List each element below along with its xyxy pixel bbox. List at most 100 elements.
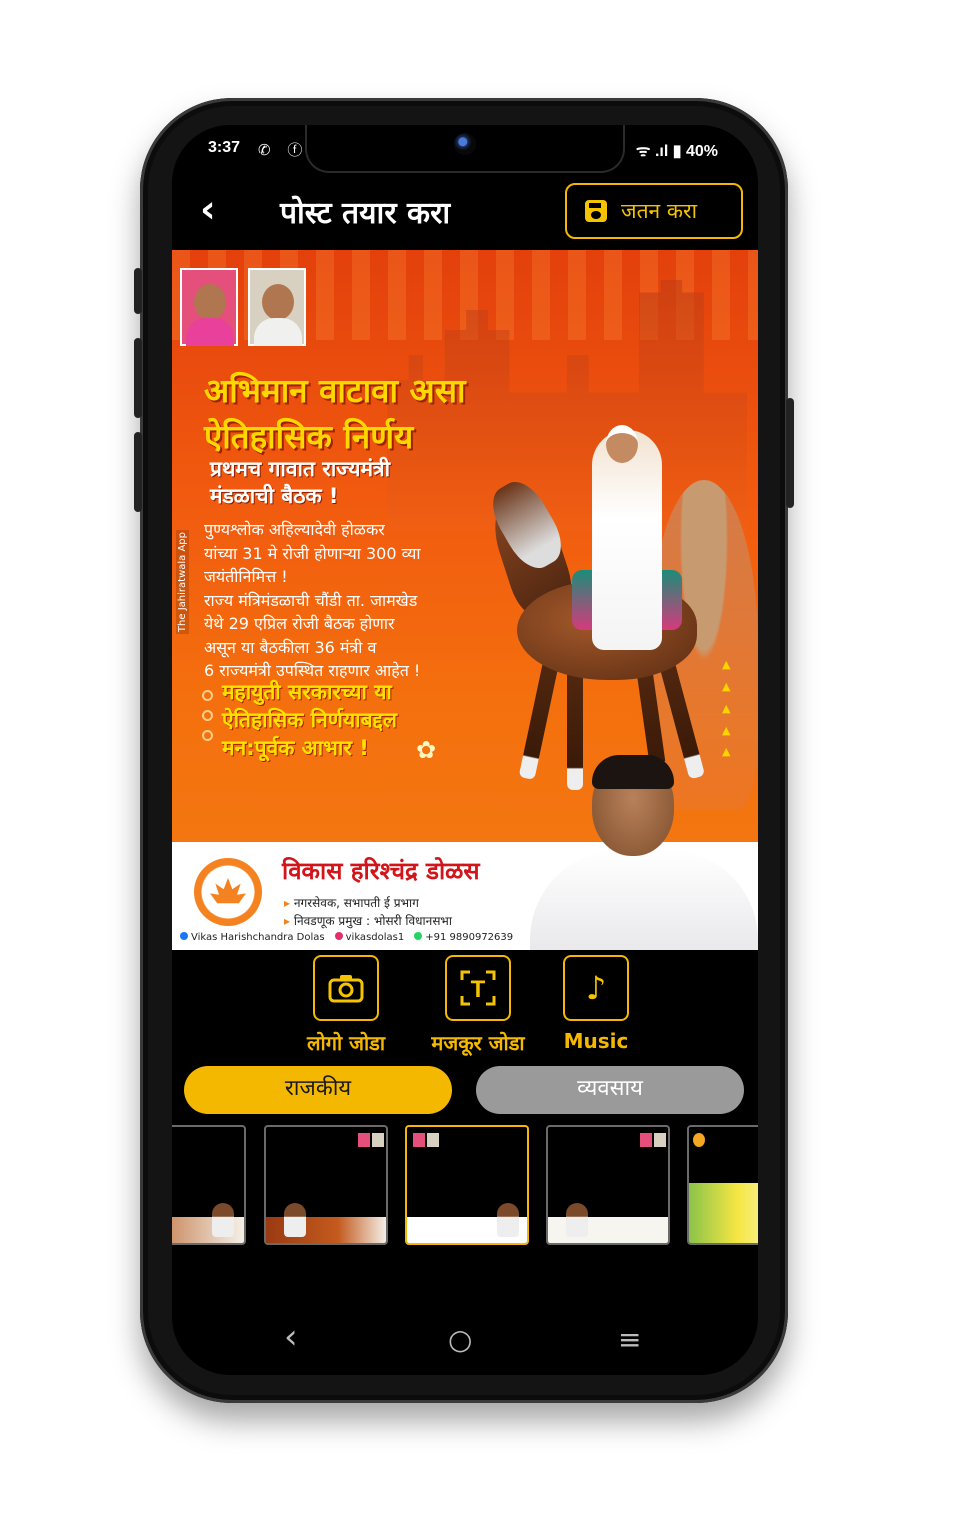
thumb-band bbox=[689, 1183, 758, 1243]
volume-down-button bbox=[134, 432, 142, 512]
body-line: पुण्यश्लोक अहिल्यादेवी होळकर bbox=[204, 520, 385, 539]
body-line: यांच्या 31 मे रोजी होणाऱ्या 300 व्या bbox=[204, 543, 421, 563]
phone-screen: 3:37 ✆ ⓕ ᯤ .ıl ▮ 40% ‹ पोस्ट तयार करा जत… bbox=[172, 125, 758, 1375]
frame-thumbnail[interactable] bbox=[264, 1125, 388, 1245]
volume-up-button bbox=[134, 338, 142, 418]
leader-photo-body bbox=[254, 318, 302, 346]
nav-home-button[interactable]: ○ bbox=[448, 1323, 472, 1356]
phone-number: +91 9890972639 bbox=[414, 932, 513, 943]
leader-photo-face bbox=[194, 284, 226, 320]
frame-thumbnails bbox=[172, 1125, 758, 1247]
add-logo-button[interactable]: लोगो जोडा bbox=[286, 955, 406, 1056]
instagram-icon bbox=[334, 932, 343, 940]
camera-icon bbox=[313, 955, 379, 1021]
app-header: ‹ पोस्ट तयार करा जतन करा bbox=[172, 173, 758, 249]
volume-button bbox=[134, 268, 142, 314]
front-camera bbox=[454, 133, 476, 155]
leader-photo-2 bbox=[248, 268, 306, 346]
lotus-icon bbox=[210, 878, 246, 904]
notification-icons: ✆ ⓕ bbox=[258, 141, 309, 159]
back-button[interactable]: ‹ bbox=[200, 189, 240, 229]
page-title: पोस्ट तयार करा bbox=[280, 196, 451, 231]
leader-photo-face bbox=[262, 284, 294, 320]
triangle-icon: ▲ bbox=[722, 702, 731, 715]
thumb-mini-photo bbox=[693, 1133, 705, 1147]
leader-photo-body bbox=[186, 318, 234, 346]
music-note-icon: ♪ bbox=[563, 955, 629, 1021]
add-text-button[interactable]: T मजकूर जोडा bbox=[418, 955, 538, 1056]
leader-shirt bbox=[530, 850, 758, 950]
headline-line: ऐतिहासिक निर्णय bbox=[204, 417, 414, 456]
triangle-icon: ▲ bbox=[722, 680, 731, 693]
text-frame-icon: T bbox=[445, 955, 511, 1021]
tab-political[interactable]: राजकीय bbox=[184, 1066, 452, 1114]
music-label: Music bbox=[563, 1029, 629, 1053]
poster-preview[interactable]: ▲ ▲ ▲ ▲ ▲ अभिमान वाटावा असा ऐतिहासिक निर… bbox=[172, 250, 758, 950]
rider-head bbox=[606, 425, 638, 463]
instagram-text: vikasdolas1 bbox=[345, 932, 405, 943]
leader-portrait bbox=[520, 755, 758, 950]
headline-line: अभिमान वाटावा असा bbox=[204, 371, 466, 410]
add-logo-label: लोगो जोडा bbox=[306, 1031, 386, 1055]
poster-body: पुण्यश्लोक अहिल्यादेवी होळकर यांच्या 31 … bbox=[204, 518, 504, 683]
instagram-handle: vikasdolas1 bbox=[334, 932, 405, 943]
thumb-mini-photo bbox=[654, 1133, 666, 1147]
triangle-icon: ▲ bbox=[722, 724, 731, 737]
phone-text: +91 9890972639 bbox=[425, 932, 514, 943]
facebook-icon bbox=[180, 932, 188, 940]
footer-role-2: निवडणूक प्रमुख : भोसरी विधानसभा bbox=[284, 912, 452, 929]
frame-thumbnail-selected[interactable] bbox=[405, 1125, 529, 1245]
bullet-circle-icon bbox=[202, 710, 213, 721]
thumb-face bbox=[497, 1203, 519, 1237]
status-battery: ᯤ .ıl ▮ 40% bbox=[635, 143, 718, 160]
frame-thumbnail[interactable] bbox=[687, 1125, 758, 1245]
save-icon bbox=[585, 200, 607, 222]
thumb-face bbox=[212, 1203, 234, 1237]
whatsapp-icon bbox=[414, 932, 423, 940]
thumb-face bbox=[566, 1203, 588, 1237]
thumb-mini-photo bbox=[372, 1133, 384, 1147]
lotus-logo bbox=[194, 858, 262, 926]
flower-icon: ✿ bbox=[416, 736, 437, 764]
poster-subheadline: प्रथमच गावात राज्यमंत्री मंडळाची बैठक ! bbox=[210, 456, 390, 510]
thumb-face bbox=[284, 1203, 306, 1237]
thumb-mini-photo bbox=[358, 1133, 370, 1147]
save-button[interactable]: जतन करा bbox=[565, 183, 743, 239]
body-line: राज्य मंत्रिमंडळाची चौंडी ता. जामखेड bbox=[204, 590, 418, 610]
facebook-text: Vikas Harishchandra Dolas bbox=[191, 932, 325, 943]
power-button bbox=[786, 398, 794, 508]
bullet-circle-icon bbox=[202, 730, 213, 741]
body-line: येथे 29 एप्रिल रोजी बैठक होणार bbox=[204, 614, 395, 633]
footer-role-1: नगरसेवक, सभापती ई प्रभाग bbox=[284, 894, 419, 911]
frame-thumbnail[interactable] bbox=[172, 1125, 246, 1245]
thanks-line: मन:पूर्वक आभार ! bbox=[222, 736, 369, 760]
tab-business[interactable]: व्यवसाय bbox=[476, 1066, 744, 1114]
nav-recents-button[interactable]: ≡ bbox=[618, 1323, 641, 1356]
app-watermark: The Jahiratwala App bbox=[176, 530, 189, 635]
thumb-mini-photo bbox=[640, 1133, 652, 1147]
leader-hair bbox=[592, 755, 674, 789]
facebook-handle: Vikas Harishchandra Dolas bbox=[180, 932, 325, 943]
body-line: असून या बैठकीला 36 मंत्री व bbox=[204, 637, 377, 657]
body-line: जयंतीनिमित्त ! bbox=[204, 567, 288, 586]
thanks-line: ऐतिहासिक निर्णयाबद्दल bbox=[222, 708, 397, 732]
save-button-label: जतन करा bbox=[621, 199, 698, 223]
footer-name: विकास हरिश्चंद्र डोळस bbox=[282, 856, 480, 885]
triangle-icon: ▲ bbox=[722, 658, 731, 671]
frame-thumbnail[interactable] bbox=[546, 1125, 670, 1245]
music-button[interactable]: ♪ Music bbox=[536, 955, 656, 1053]
footer-social: Vikas Harishchandra Dolas vikasdolas1 +9… bbox=[180, 932, 513, 943]
thumb-mini-photo bbox=[427, 1133, 439, 1147]
nav-back-button[interactable]: ‹ bbox=[284, 1317, 298, 1357]
rider-figure bbox=[592, 430, 662, 650]
svg-text:T: T bbox=[471, 976, 486, 1003]
thumb-mini-photo bbox=[413, 1133, 425, 1147]
poster-headline: अभिमान वाटावा असा ऐतिहासिक निर्णय bbox=[204, 368, 466, 460]
system-nav-bar: ‹ ○ ≡ bbox=[172, 1315, 758, 1375]
add-text-label: मजकूर जोडा bbox=[431, 1031, 525, 1055]
editor-tools: लोगो जोडा T मजकूर जोडा ♪ Music bbox=[172, 955, 758, 1065]
poster-thanks: महायुती सरकारच्या या ऐतिहासिक निर्णयाबद्… bbox=[222, 678, 397, 762]
leader-photo-1 bbox=[180, 268, 238, 346]
status-time: 3:37 bbox=[208, 139, 241, 156]
thanks-line: महायुती सरकारच्या या bbox=[222, 680, 392, 704]
